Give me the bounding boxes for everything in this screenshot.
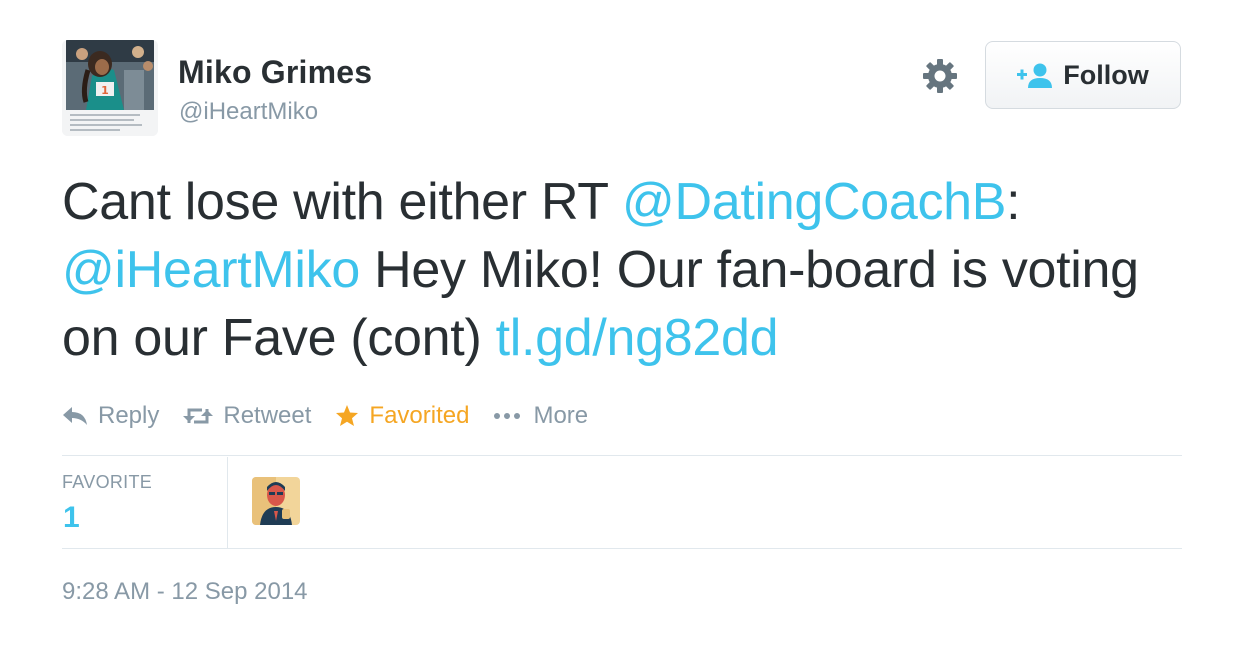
favoriter-avatar[interactable] [252,477,300,525]
favorited-label: Favorited [369,402,470,429]
stat-separator [227,457,228,548]
more-button[interactable]: More [493,402,588,430]
more-dots-icon [494,413,521,419]
tweet-text-part: : [1006,173,1021,231]
gear-icon[interactable] [920,56,960,96]
add-user-icon [1017,63,1053,88]
retweet-icon [183,408,214,424]
svg-text:1: 1 [101,84,109,97]
tweet-actions: Reply Retweet Favorited More [62,398,612,434]
mention-link[interactable]: @DatingCoachB [622,173,1007,231]
reply-button[interactable]: Reply [62,402,159,430]
retweet-button[interactable]: Retweet [183,402,311,430]
reply-icon [63,407,87,425]
author-avatar[interactable]: 1 [62,40,158,136]
star-icon [336,405,359,426]
tweet-text: Cant lose with either RT @DatingCoachB: … [62,168,1182,372]
more-label: More [533,402,589,429]
author-handle[interactable]: @iHeartMiko [179,98,318,126]
favorite-count[interactable]: 1 [63,501,80,535]
retweet-label: Retweet [223,402,312,429]
divider [62,455,1182,456]
follow-label: Follow [1063,59,1149,90]
tweet-stats: FAVORITE 1 [62,457,1182,548]
reply-label: Reply [98,402,160,429]
follow-button[interactable]: Follow [985,41,1181,109]
author-name[interactable]: Miko Grimes [178,54,372,91]
divider [62,548,1182,549]
favorite-button[interactable]: Favorited [335,402,469,430]
poster-portrait-icon [252,477,300,525]
profile-photo: 1 [62,40,158,136]
tweet-timestamp[interactable]: 9:28 AM - 12 Sep 2014 [62,578,308,606]
url-link[interactable]: tl.gd/ng82dd [496,309,779,367]
tweet-text-part: Cant lose with either RT [62,173,622,231]
mention-link[interactable]: @iHeartMiko [62,241,360,299]
favorite-stat-label: FAVORITE [62,472,153,492]
